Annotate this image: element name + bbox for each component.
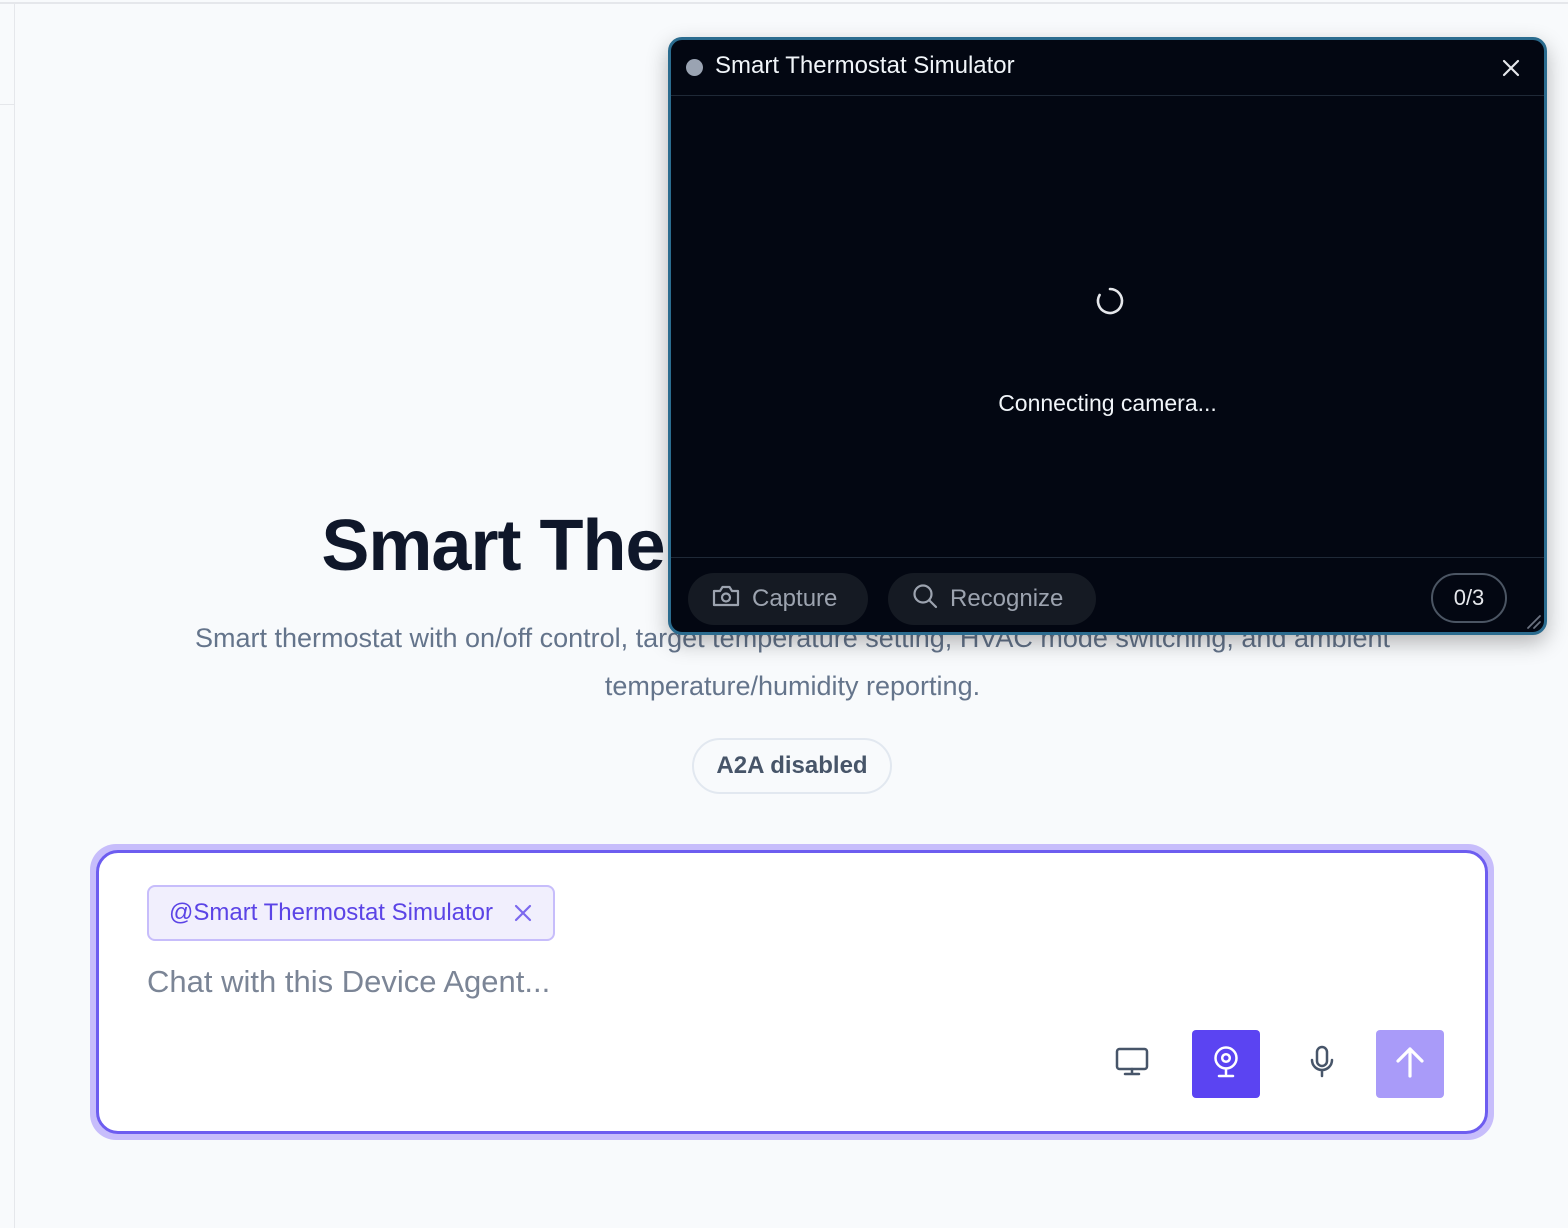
camera-icon xyxy=(712,584,740,615)
capture-counter: 0/3 xyxy=(1431,573,1507,623)
camera-preview: Connecting camera... xyxy=(671,96,1544,558)
status-dot-icon xyxy=(686,59,703,76)
camera-panel-footer: Capture Recognize 0/3 xyxy=(671,557,1544,632)
camera-panel-header[interactable]: Smart Thermostat Simulator xyxy=(671,40,1544,96)
capture-button[interactable]: Capture xyxy=(688,573,868,625)
microphone-button[interactable] xyxy=(1288,1030,1356,1098)
chat-input[interactable] xyxy=(147,958,1247,1006)
recognize-button[interactable]: Recognize xyxy=(888,573,1096,625)
mention-chip: @Smart Thermostat Simulator xyxy=(147,885,556,941)
resize-handle-icon[interactable] xyxy=(1522,610,1542,630)
close-icon[interactable] xyxy=(1497,54,1525,82)
loading-spinner-icon xyxy=(1095,286,1125,316)
mention-chip-label: @Smart Thermostat Simulator xyxy=(169,899,494,926)
a2a-status-badge: A2A disabled xyxy=(692,738,892,794)
camera-status: Connecting camera... xyxy=(998,390,1217,416)
close-icon[interactable] xyxy=(513,903,533,923)
webcam-button[interactable] xyxy=(1192,1030,1260,1098)
screen-share-button[interactable] xyxy=(1098,1030,1166,1098)
arrow-up-icon xyxy=(1394,1045,1426,1084)
left-sidebar-edge xyxy=(0,4,15,1228)
capture-label: Capture xyxy=(752,585,838,612)
chat-composer: @Smart Thermostat Simulator xyxy=(96,850,1488,1134)
webcam-icon xyxy=(1211,1045,1241,1084)
camera-panel-title: Smart Thermostat Simulator xyxy=(715,52,1015,79)
top-border xyxy=(0,0,1568,4)
camera-panel[interactable]: Smart Thermostat Simulator Connecting ca… xyxy=(668,37,1547,635)
send-button[interactable] xyxy=(1376,1030,1444,1098)
monitor-icon xyxy=(1115,1046,1149,1083)
recognize-label: Recognize xyxy=(950,585,1064,612)
microphone-icon xyxy=(1309,1045,1335,1084)
page: Smart Thermostat Simulator Smart thermos… xyxy=(0,0,1568,1228)
left-sidebar-divider xyxy=(0,104,15,105)
search-icon xyxy=(912,583,938,616)
